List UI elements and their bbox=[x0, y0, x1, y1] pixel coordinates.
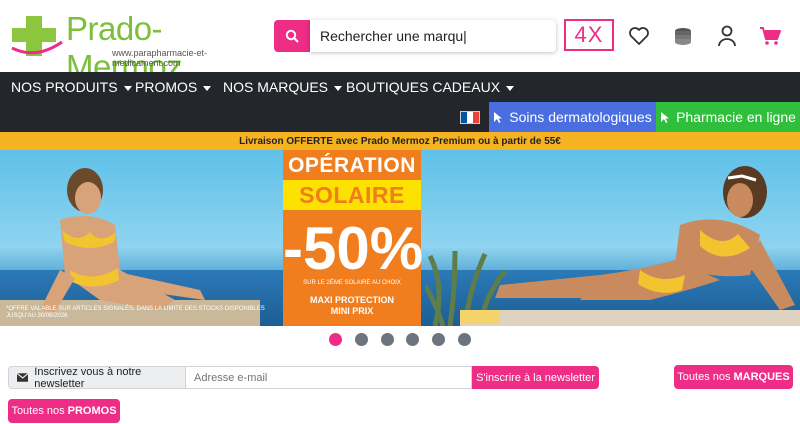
user-icon bbox=[718, 25, 736, 47]
hero-banner[interactable]: *OFFRE VALABLE SUR ARTICLES SIGNALÉS, DA… bbox=[0, 150, 800, 326]
all-brands-button[interactable]: Toutes nos MARQUES bbox=[674, 365, 793, 389]
cursor-icon bbox=[494, 111, 503, 123]
payment-4x-badge[interactable]: 4X bbox=[564, 19, 614, 51]
nav-item-label: BOUTIQUES CADEAUX bbox=[346, 79, 501, 95]
sub-nav: Soins dermatologiques Pharmacie en ligne bbox=[0, 102, 800, 132]
nav-item-cadeaux[interactable]: BOUTIQUES CADEAUX bbox=[346, 72, 515, 102]
carousel-dot-1[interactable] bbox=[329, 333, 342, 346]
nav-item-label: NOS PRODUITS bbox=[11, 79, 118, 95]
header: Prado-Mermoz www.parapharmacie-et-medica… bbox=[0, 0, 800, 85]
newsletter-subscribe-button[interactable]: S'inscrire à la newsletter bbox=[472, 366, 599, 389]
newsletter-label: Inscrivez vous à notre newsletter bbox=[8, 365, 186, 390]
logo-subtitle: www.parapharmacie-et-medicament.com bbox=[112, 48, 208, 68]
nav-item-promos[interactable]: PROMOS bbox=[135, 72, 212, 102]
all-brands-prefix: Toutes nos bbox=[677, 371, 731, 383]
nav-item-label: PROMOS bbox=[135, 79, 198, 95]
newsletter-email-input[interactable] bbox=[186, 366, 472, 389]
carousel-indicators bbox=[0, 333, 800, 347]
soins-label: Soins dermatologiques bbox=[509, 109, 652, 125]
pharmacie-label: Pharmacie en ligne bbox=[676, 109, 796, 125]
woman-left-image bbox=[0, 168, 260, 326]
woman-right-image bbox=[460, 166, 800, 326]
all-brands-bold: MARQUES bbox=[733, 371, 790, 383]
logo[interactable]: Prado-Mermoz www.parapharmacie-et-medica… bbox=[8, 10, 270, 85]
all-promos-prefix: Toutes nos bbox=[11, 405, 65, 417]
caret-down-icon bbox=[203, 85, 212, 91]
caret-down-icon bbox=[123, 85, 132, 91]
cart-icon bbox=[760, 27, 781, 45]
promo-discount: -50% bbox=[283, 215, 424, 282]
newsletter-label-text: Inscrivez vous à notre newsletter bbox=[34, 365, 142, 390]
all-promos-bold: PROMOS bbox=[67, 405, 117, 417]
search-button[interactable] bbox=[274, 20, 310, 52]
promo-discount-note: SUR LE 2ÈME SOLAIRE AU CHOIX bbox=[303, 280, 401, 286]
promo-tagline: MAXI PROTECTION MINI PRIX bbox=[283, 295, 421, 317]
promo-subtitle: SOLAIRE bbox=[283, 180, 421, 210]
shipping-promo-text: Livraison OFFERTE avec Prado Mermoz Prem… bbox=[239, 135, 561, 147]
promo-tagline-line1: MAXI PROTECTION bbox=[309, 295, 394, 305]
main-nav: NOS PRODUITS PROMOS NOS MARQUES BOUTIQUE… bbox=[0, 72, 800, 102]
coins-icon bbox=[675, 28, 691, 45]
cart-button[interactable] bbox=[758, 24, 782, 48]
carousel-dot-3[interactable] bbox=[381, 333, 394, 346]
search-input[interactable] bbox=[310, 20, 556, 52]
all-promos-button[interactable]: Toutes nos PROMOS bbox=[8, 399, 120, 423]
wishlist-button[interactable] bbox=[627, 24, 651, 48]
carousel-dot-5[interactable] bbox=[432, 333, 445, 346]
heart-icon bbox=[629, 27, 649, 45]
soins-dermatologiques-button[interactable]: Soins dermatologiques bbox=[489, 102, 656, 132]
cursor-icon bbox=[661, 111, 670, 123]
french-flag-icon[interactable] bbox=[460, 111, 480, 124]
account-button[interactable] bbox=[715, 24, 739, 48]
envelope-icon bbox=[17, 373, 29, 382]
offer-note: *OFFRE VALABLE SUR ARTICLES SIGNALÉS, DA… bbox=[6, 306, 265, 319]
logo-cross-icon bbox=[11, 16, 63, 56]
carousel-dot-2[interactable] bbox=[355, 333, 368, 346]
search-icon bbox=[285, 29, 299, 43]
carousel-dot-4[interactable] bbox=[406, 333, 419, 346]
pharmacie-en-ligne-button[interactable]: Pharmacie en ligne bbox=[656, 102, 800, 132]
promo-title: OPÉRATION bbox=[288, 154, 416, 177]
caret-down-icon bbox=[506, 85, 515, 91]
nav-item-produits[interactable]: NOS PRODUITS bbox=[11, 72, 132, 102]
caret-down-icon bbox=[334, 85, 343, 91]
loyalty-button[interactable] bbox=[671, 24, 695, 48]
promo-panel: OPÉRATION SOLAIRE -50% SUR LE 2ÈME SOLAI… bbox=[283, 150, 424, 326]
promo-tagline-line2: MINI PRIX bbox=[330, 306, 374, 316]
nav-item-label: NOS MARQUES bbox=[223, 79, 329, 95]
carousel-dot-6[interactable] bbox=[458, 333, 471, 346]
shipping-promo-bar: Livraison OFFERTE avec Prado Mermoz Prem… bbox=[0, 132, 800, 150]
nav-item-marques[interactable]: NOS MARQUES bbox=[223, 72, 343, 102]
